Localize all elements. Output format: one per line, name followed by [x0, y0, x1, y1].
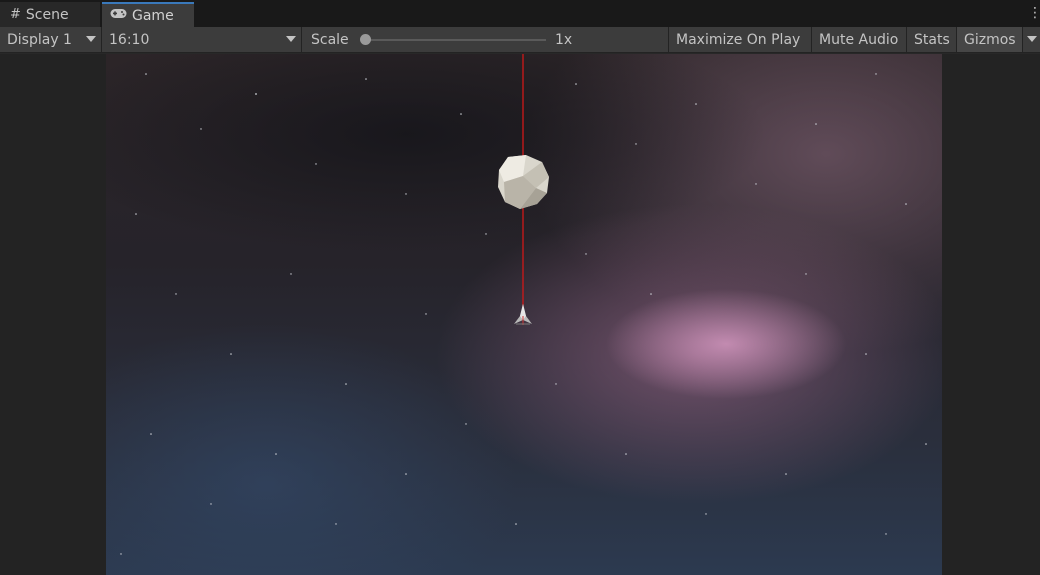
display-dropdown-label: Display 1: [7, 31, 72, 48]
tab-game-label: Game: [132, 7, 174, 24]
chevron-down-icon: [1027, 36, 1037, 42]
scale-slider-track[interactable]: [364, 39, 546, 41]
tab-game[interactable]: Game: [102, 2, 194, 27]
maximize-on-play-button[interactable]: Maximize On Play: [668, 27, 811, 52]
viewport-letterbox-right: [942, 54, 1040, 575]
stats-button[interactable]: Stats: [906, 27, 956, 52]
chevron-down-icon: [286, 36, 296, 42]
scale-value: 1x: [555, 31, 573, 48]
kebab-menu-icon[interactable]: ⋮: [1028, 4, 1040, 22]
mute-audio-button[interactable]: Mute Audio: [811, 27, 906, 52]
grid-icon: #: [10, 7, 21, 22]
game-scene: [120, 54, 927, 555]
aspect-ratio-dropdown[interactable]: 16:10: [102, 27, 302, 52]
display-dropdown[interactable]: Display 1: [0, 27, 102, 52]
game-view-toolbar: Display 1 16:10 Scale 1x Maximize On Pla…: [0, 27, 1040, 53]
scale-label: Scale: [311, 31, 349, 48]
chevron-down-icon: [86, 36, 96, 42]
aspect-ratio-label: 16:10: [109, 31, 150, 48]
viewport-letterbox-left: [0, 54, 106, 575]
gizmos-dropdown[interactable]: [1022, 27, 1040, 52]
game-viewport[interactable]: [106, 54, 942, 575]
scale-slider-thumb[interactable]: [360, 34, 371, 45]
gizmos-button[interactable]: Gizmos: [956, 27, 1022, 52]
tab-scene[interactable]: # Scene: [0, 2, 100, 27]
tab-bar: # Scene Game ⋮: [0, 0, 1040, 28]
tab-scene-label: Scene: [25, 6, 69, 23]
asteroid[interactable]: [498, 155, 549, 209]
gamepad-icon: [110, 8, 127, 23]
player-ship[interactable]: [514, 304, 532, 325]
